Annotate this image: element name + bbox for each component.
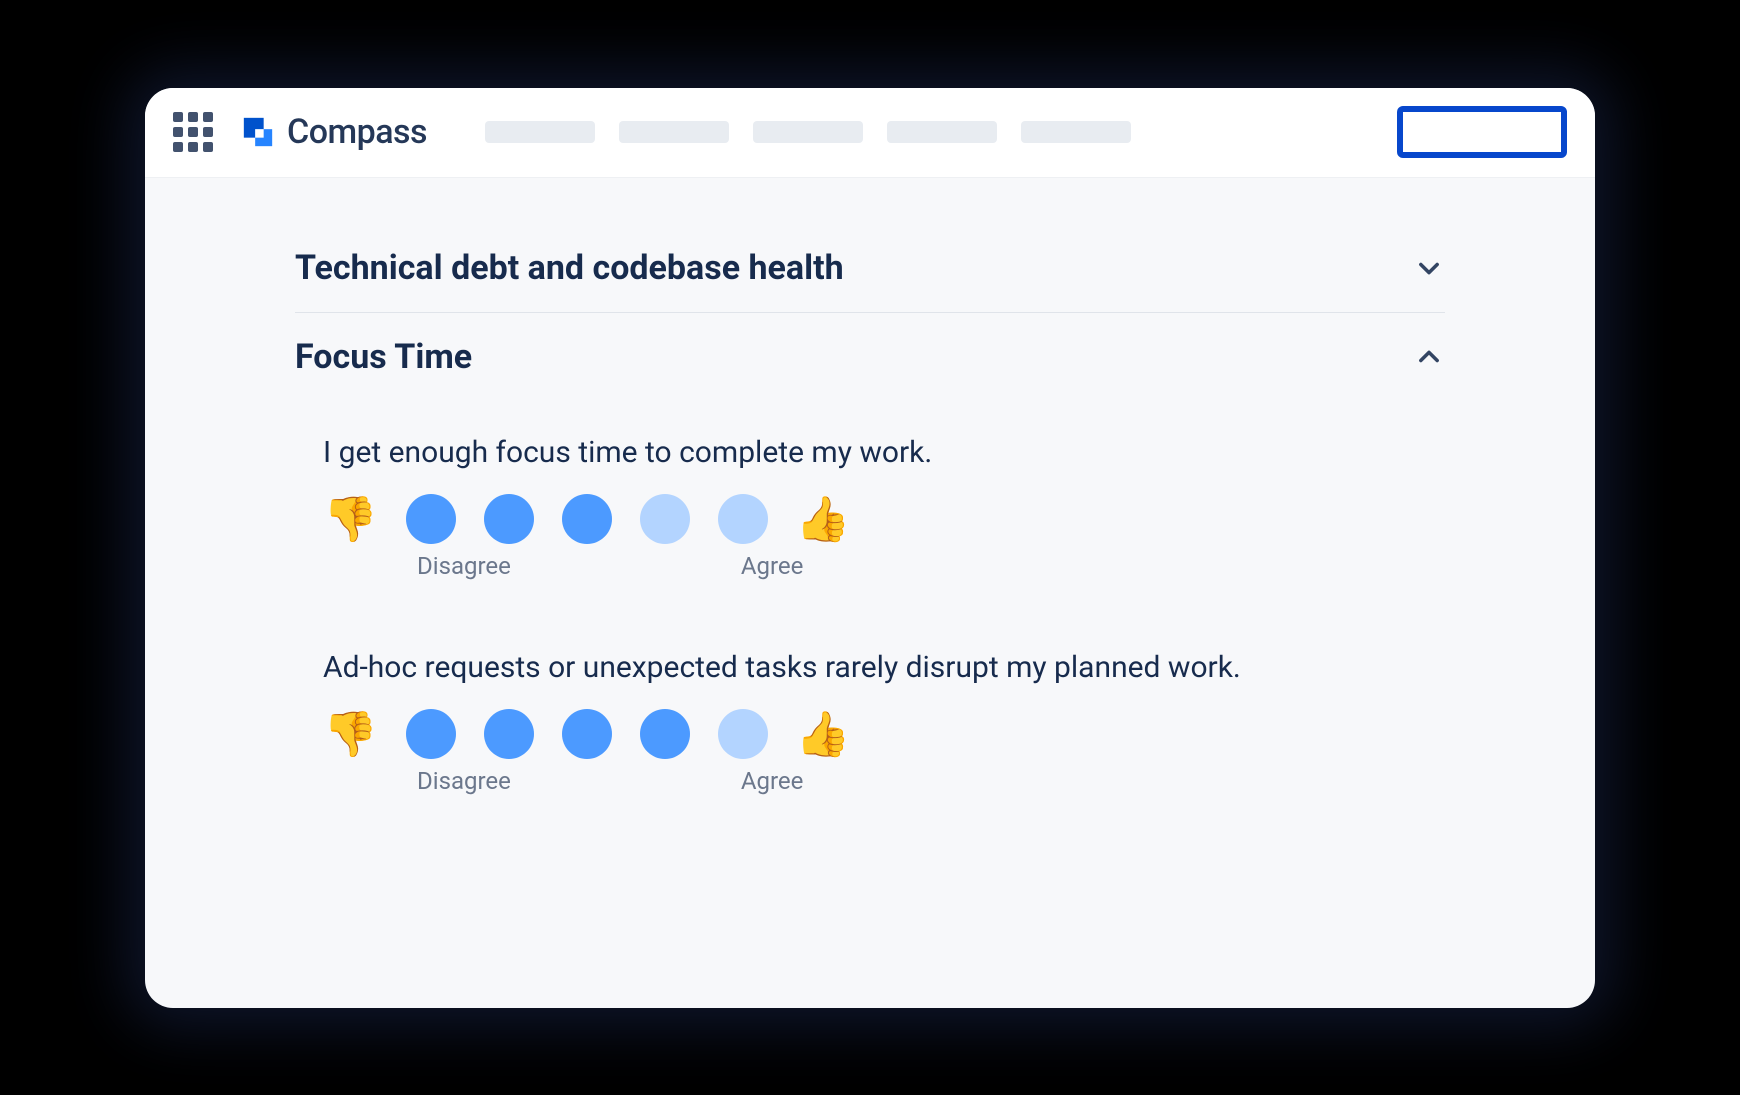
chevron-up-icon[interactable] (1413, 341, 1445, 373)
rating-dot-4[interactable] (640, 494, 690, 544)
rating-dot-5[interactable] (718, 709, 768, 759)
thumbs-up-icon: 👍 (796, 712, 851, 756)
nav-item-placeholder[interactable] (887, 121, 997, 143)
section-title: Technical debt and codebase health (295, 248, 844, 288)
rating-dot-4[interactable] (640, 709, 690, 759)
app-switcher-icon[interactable] (173, 112, 213, 152)
content-area: Technical debt and codebase health Focus… (145, 178, 1595, 1008)
compass-logo-icon (241, 115, 275, 149)
label-agree: Agree (741, 552, 804, 580)
rating-dot-1[interactable] (406, 709, 456, 759)
survey-question: Ad-hoc requests or unexpected tasks rare… (295, 650, 1445, 795)
rating-labels: Disagree Agree (323, 552, 1445, 580)
topbar: Compass (145, 88, 1595, 178)
rating-dot-3[interactable] (562, 709, 612, 759)
label-agree: Agree (741, 767, 804, 795)
thumbs-up-icon: 👍 (796, 497, 851, 541)
thumbs-down-icon: 👎 (323, 712, 378, 756)
question-text: Ad-hoc requests or unexpected tasks rare… (323, 650, 1445, 685)
rating-scale: 👎 👍 (323, 494, 1445, 544)
rating-dot-1[interactable] (406, 494, 456, 544)
rating-scale: 👎 👍 (323, 709, 1445, 759)
label-disagree: Disagree (417, 767, 511, 795)
label-disagree: Disagree (417, 552, 511, 580)
brand[interactable]: Compass (241, 112, 427, 152)
brand-name: Compass (287, 112, 427, 152)
rating-dot-2[interactable] (484, 494, 534, 544)
nav-item-placeholder[interactable] (619, 121, 729, 143)
rating-labels: Disagree Agree (323, 767, 1445, 795)
primary-cta-button[interactable] (1397, 106, 1567, 158)
rating-dot-5[interactable] (718, 494, 768, 544)
nav-item-placeholder[interactable] (753, 121, 863, 143)
app-window: Compass Technical debt and codebase heal… (145, 88, 1595, 1008)
nav-item-placeholder[interactable] (1021, 121, 1131, 143)
chevron-down-icon[interactable] (1413, 252, 1445, 284)
question-text: I get enough focus time to complete my w… (323, 435, 1445, 470)
section-tech-debt[interactable]: Technical debt and codebase health (295, 224, 1445, 313)
thumbs-down-icon: 👎 (323, 497, 378, 541)
rating-dot-2[interactable] (484, 709, 534, 759)
section-title: Focus Time (295, 337, 472, 377)
survey-question: I get enough focus time to complete my w… (295, 435, 1445, 580)
nav-item-placeholder[interactable] (485, 121, 595, 143)
rating-dot-3[interactable] (562, 494, 612, 544)
section-focus-time[interactable]: Focus Time (295, 313, 1445, 401)
nav-placeholders (485, 121, 1131, 143)
